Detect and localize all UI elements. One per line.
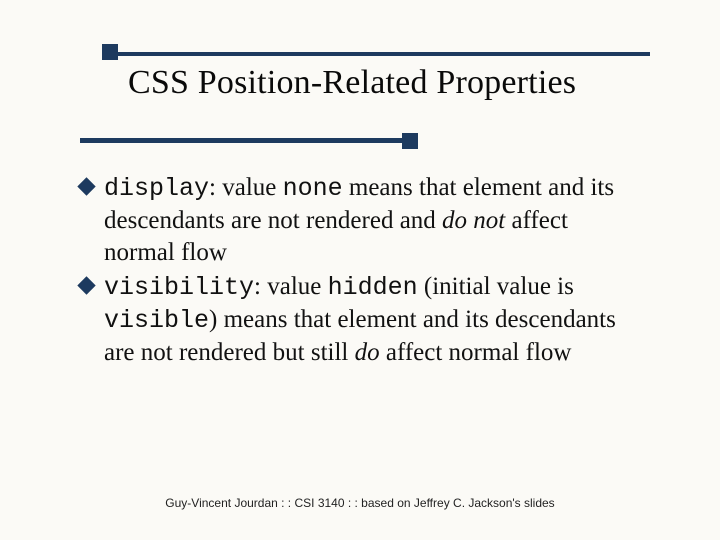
t: affect normal flow [380, 339, 572, 366]
bullet-1: display: value none means that element a… [80, 172, 640, 269]
footer-attribution: Guy-Vincent Jourdan : : CSI 3140 : : bas… [0, 496, 720, 510]
accent-square-top [102, 44, 118, 60]
t: : value [209, 174, 283, 201]
accent-square-mid [402, 133, 418, 149]
code-visibility: visibility [104, 273, 254, 302]
bullet-2-text: visibility: value hidden (initial value … [104, 271, 640, 369]
slide-title: CSS Position-Related Properties [128, 64, 576, 102]
title-rule-top [110, 52, 650, 56]
slide: CSS Position-Related Properties display:… [0, 0, 720, 540]
bullet-2: visibility: value hidden (initial value … [80, 271, 640, 369]
body: display: value none means that element a… [80, 172, 640, 371]
code-none: none [283, 174, 343, 203]
diamond-icon [77, 276, 95, 294]
t: : value [254, 273, 328, 300]
code-display: display [104, 174, 209, 203]
title-rule-bottom [80, 138, 410, 143]
em-do: do [355, 339, 380, 366]
bullet-1-text: display: value none means that element a… [104, 172, 640, 269]
diamond-icon [77, 177, 95, 195]
code-visible: visible [104, 306, 209, 335]
code-hidden: hidden [328, 273, 418, 302]
em-do-not: do not [442, 207, 505, 234]
t: (initial value is [418, 273, 574, 300]
